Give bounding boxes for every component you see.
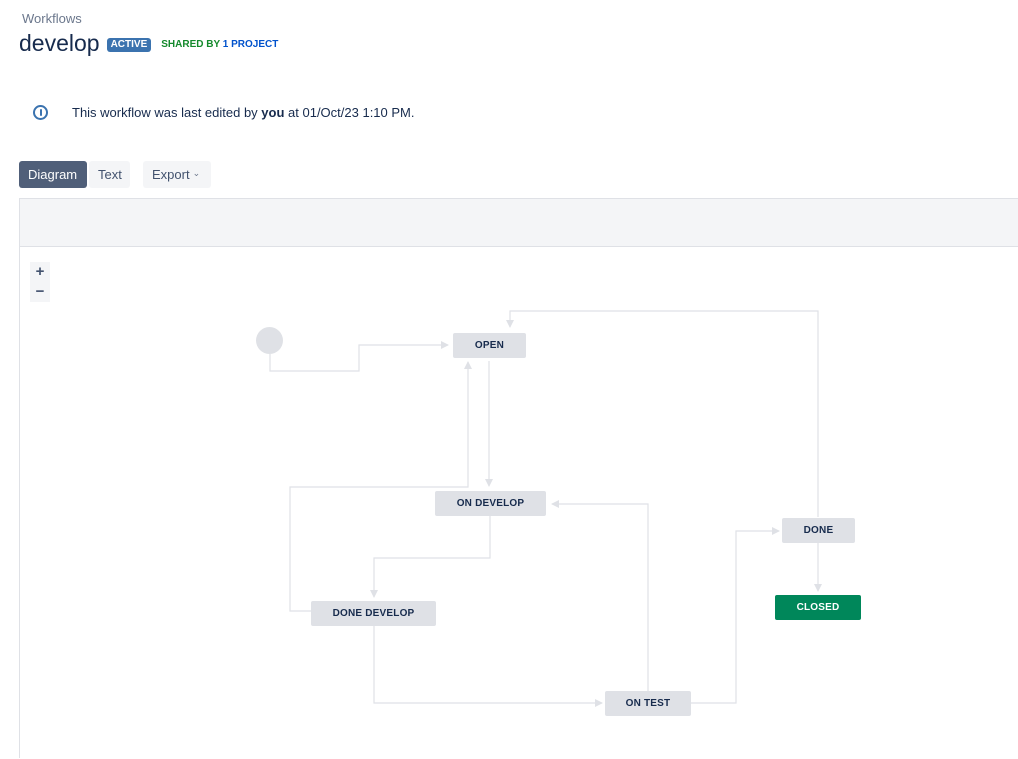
transition-create[interactable] <box>269 341 449 372</box>
transition-on-test-to-done[interactable] <box>691 527 780 704</box>
status-node-done-develop[interactable]: DONE DEVELOP <box>311 601 436 626</box>
info-text-suffix: at 01/Oct/23 1:10 PM. <box>284 105 415 120</box>
status-node-on-test[interactable]: ON TEST <box>605 691 691 716</box>
info-circle-icon <box>33 105 48 120</box>
chevron-down-icon: ⌄ <box>192 168 201 178</box>
export-button[interactable]: Export ⌄ <box>143 161 211 188</box>
info-text: This workflow was last edited by you at … <box>72 105 415 120</box>
transition-on-develop-to-done-develop[interactable] <box>370 516 491 598</box>
transition-done-to-open[interactable] <box>506 310 819 517</box>
page-header: develop ACTIVE SHARED BY 1 PROJECT <box>19 29 278 57</box>
info-message: This workflow was last edited by you at … <box>33 105 415 120</box>
info-user: you <box>261 105 285 120</box>
export-label: Export <box>152 167 190 182</box>
shared-by-label: SHARED BY <box>161 39 223 50</box>
status-node-open[interactable]: OPEN <box>453 333 526 358</box>
shared-by-info: SHARED BY 1 PROJECT <box>161 39 278 50</box>
info-text-prefix: This workflow was last edited by <box>72 105 262 120</box>
start-node[interactable] <box>256 327 283 354</box>
transition-arrows <box>269 310 822 707</box>
breadcrumb[interactable]: Workflows <box>22 11 82 26</box>
page-title: develop <box>19 30 100 56</box>
transition-on-test-to-on-develop[interactable] <box>551 500 649 692</box>
workflow-diagram-canvas[interactable]: + − OPEN ON DEVELOP DONE DEVELOP ON TEST… <box>19 198 1018 758</box>
status-node-done[interactable]: DONE <box>782 518 855 543</box>
shared-projects-link[interactable]: 1 PROJECT <box>223 39 279 50</box>
status-node-on-develop[interactable]: ON DEVELOP <box>435 491 546 516</box>
status-node-closed[interactable]: CLOSED <box>775 595 861 620</box>
transition-done-develop-to-open[interactable] <box>289 361 472 612</box>
status-badge: ACTIVE <box>106 37 152 52</box>
tab-diagram[interactable]: Diagram <box>19 161 87 188</box>
tab-text[interactable]: Text <box>89 161 130 188</box>
transition-done-develop-to-on-test[interactable] <box>373 625 603 707</box>
